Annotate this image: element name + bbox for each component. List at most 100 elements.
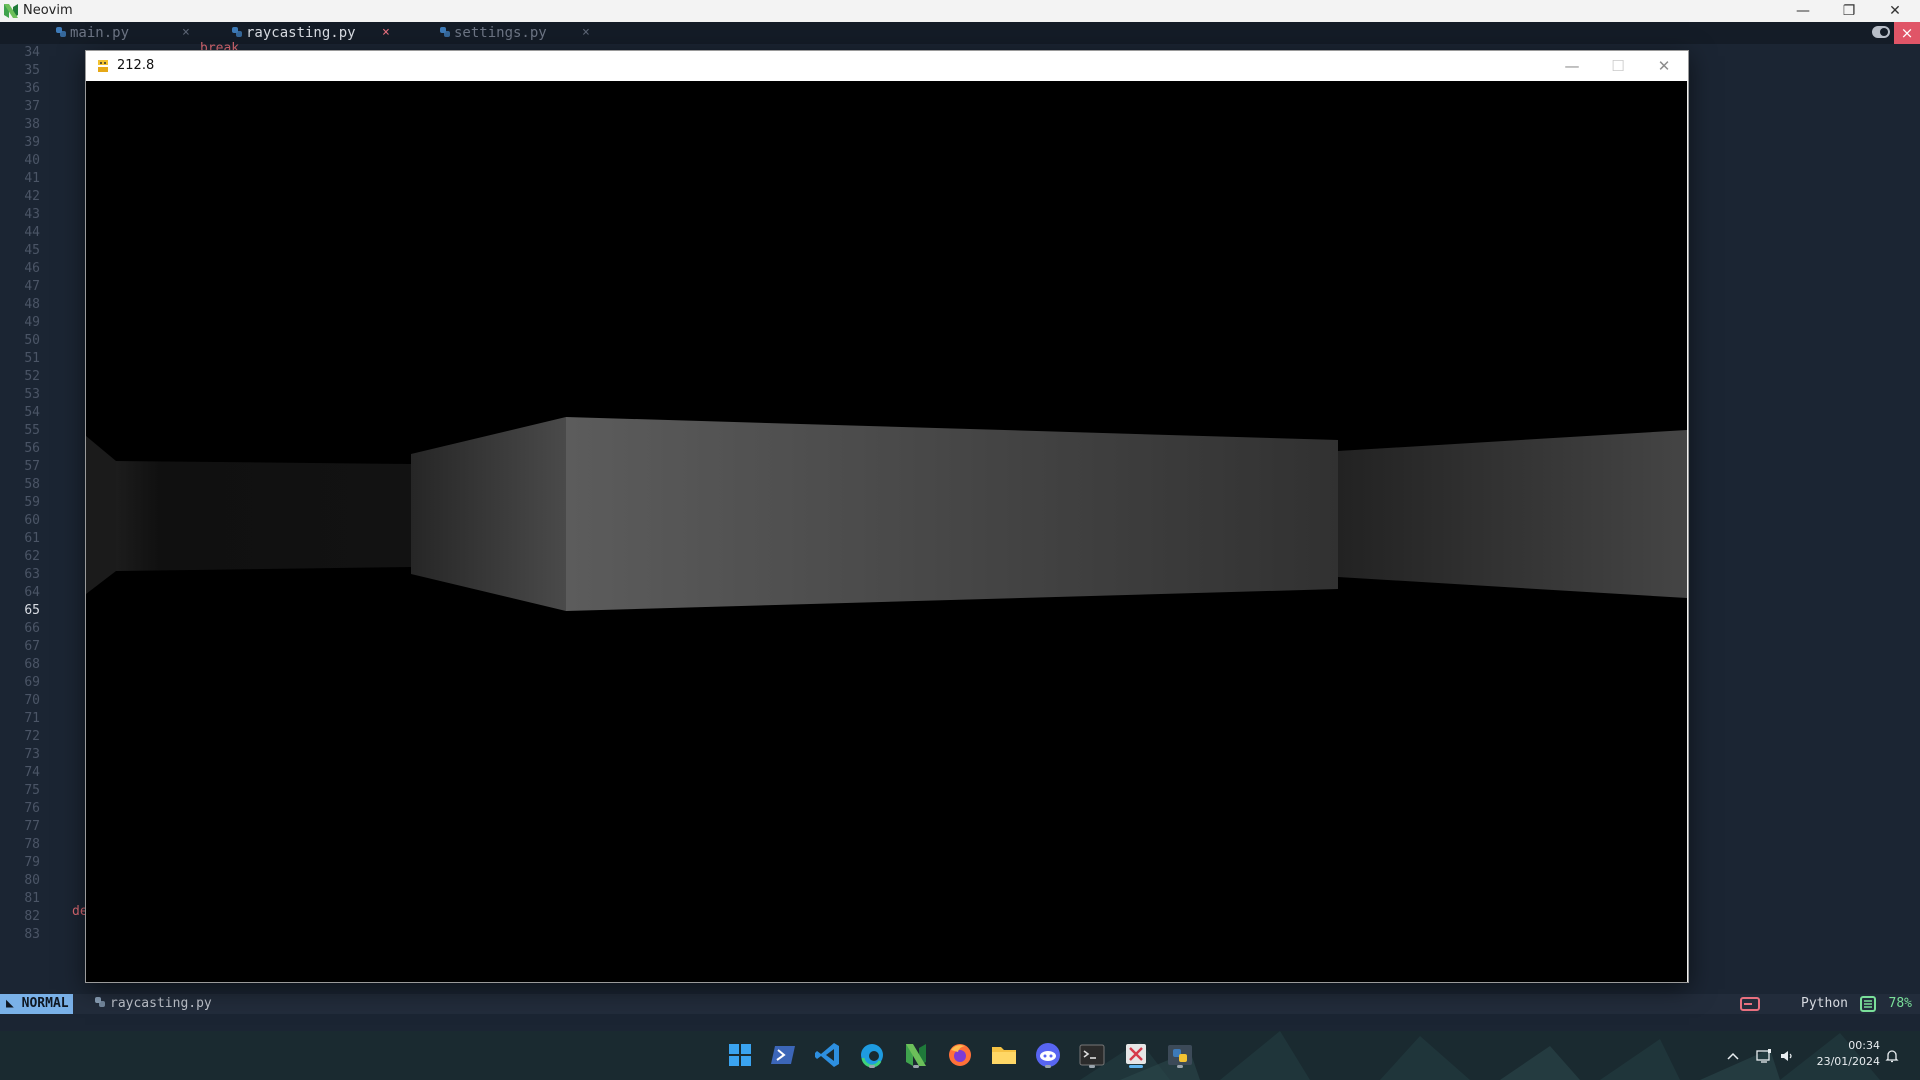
line-number: 38 xyxy=(24,117,40,132)
theme-toggle-icon[interactable] xyxy=(1872,26,1890,38)
running-indicator xyxy=(1045,1065,1051,1068)
taskbar-vscode[interactable] xyxy=(812,1039,844,1071)
line-number: 47 xyxy=(24,279,40,294)
tab-settings-py[interactable]: settings.py × xyxy=(439,22,599,44)
wall-right xyxy=(1338,430,1687,598)
tab-close-icon[interactable]: × xyxy=(582,22,590,44)
line-number: 36 xyxy=(24,81,40,96)
line-number: 57 xyxy=(24,459,40,474)
notification-bell-icon[interactable] xyxy=(1883,1047,1901,1065)
tray-overflow-chevron-icon[interactable] xyxy=(1724,1047,1742,1065)
powershell-icon xyxy=(771,1046,795,1064)
line-number: 72 xyxy=(24,729,40,744)
tab-close-icon[interactable]: × xyxy=(382,22,390,44)
tabline: main.py × raycasting.py × settings.py × xyxy=(0,22,1920,44)
line-number: 74 xyxy=(24,765,40,780)
line-number: 58 xyxy=(24,477,40,492)
line-number: 60 xyxy=(24,513,40,528)
taskbar-file-explorer[interactable] xyxy=(988,1039,1020,1071)
line-number: 64 xyxy=(24,585,40,600)
python-file-icon xyxy=(232,27,242,37)
close-button[interactable]: ✕ xyxy=(1872,0,1918,22)
clock-time: 00:34 xyxy=(1848,1039,1880,1052)
pygame-snake-icon xyxy=(98,60,108,72)
maximize-button[interactable]: ☐ xyxy=(1595,51,1641,81)
neovim-titlebar: Neovim — ❐ ✕ xyxy=(0,0,1920,22)
statusline-file: raycasting.py xyxy=(94,994,212,1014)
statusline: ◣ NORMAL raycasting.py Python 78% xyxy=(0,994,1920,1014)
wall-main xyxy=(566,417,1338,611)
line-number-gutter: 34 35 36 37 38 39 40 41 42 43 44 45 46 47 48 49 50 51 52 53… xyxy=(0,44,40,944)
line-number: 62 xyxy=(24,549,40,564)
tab-label: settings.py xyxy=(454,25,547,41)
line-number: 53 xyxy=(24,387,40,402)
python-file-icon xyxy=(56,27,66,37)
vscode-icon xyxy=(815,1043,839,1067)
pygame-window-title: 212.8 xyxy=(117,58,155,73)
mode-indicator: ◣ NORMAL xyxy=(0,994,73,1014)
taskbar-snipping-tool[interactable] xyxy=(1120,1039,1152,1071)
restore-button[interactable]: ❐ xyxy=(1826,0,1872,22)
taskbar-python[interactable] xyxy=(1164,1039,1196,1071)
start-button[interactable] xyxy=(724,1039,756,1071)
statusline-language: Python xyxy=(1801,996,1848,1011)
close-button[interactable]: ✕ xyxy=(1641,51,1687,81)
line-number: 49 xyxy=(24,315,40,330)
line-number: 75 xyxy=(24,783,40,798)
line-number: 76 xyxy=(24,801,40,816)
line-number: 73 xyxy=(24,747,40,762)
line-number: 67 xyxy=(24,639,40,654)
running-indicator xyxy=(913,1065,919,1068)
tab-label: raycasting.py xyxy=(246,25,356,41)
line-number: 77 xyxy=(24,819,40,834)
line-number: 54 xyxy=(24,405,40,420)
line-number: 51 xyxy=(24,351,40,366)
taskbar-discord[interactable] xyxy=(1032,1039,1064,1071)
tab-raycasting-py[interactable]: raycasting.py × xyxy=(231,22,401,44)
statusline-percent: 78% xyxy=(1888,996,1912,1011)
pygame-titlebar[interactable]: 212.8 — ☐ ✕ xyxy=(86,51,1688,81)
tab-close-icon[interactable]: × xyxy=(182,22,190,44)
folder-icon xyxy=(992,1047,1016,1064)
line-number: 69 xyxy=(24,675,40,690)
pygame-window[interactable]: 212.8 — ☐ ✕ xyxy=(85,50,1689,983)
line-number: 35 xyxy=(24,63,40,78)
line-number: 42 xyxy=(24,189,40,204)
minimize-button[interactable]: — xyxy=(1549,51,1595,81)
line-number: 70 xyxy=(24,693,40,708)
line-number: 50 xyxy=(24,333,40,348)
taskbar-terminal[interactable] xyxy=(1076,1039,1108,1071)
active-indicator xyxy=(1129,1065,1143,1068)
tab-main-py[interactable]: main.py × xyxy=(55,22,205,44)
raycast-scene xyxy=(86,417,1687,611)
wall-bevel xyxy=(411,417,566,611)
minimize-button[interactable]: — xyxy=(1780,0,1826,22)
line-number: 66 xyxy=(24,621,40,636)
windows-taskbar: 00:34 23/01/2024 xyxy=(0,1031,1920,1080)
system-clock[interactable]: 00:34 23/01/2024 xyxy=(1808,1038,1880,1070)
line-number: 40 xyxy=(24,153,40,168)
taskbar-edge[interactable] xyxy=(856,1039,888,1071)
line-number: 83 xyxy=(24,927,40,942)
line-number: 78 xyxy=(24,837,40,852)
wall-left xyxy=(116,461,411,571)
network-icon[interactable] xyxy=(1755,1047,1773,1065)
line-number: 56 xyxy=(24,441,40,456)
python-file-icon xyxy=(95,997,105,1007)
python-file-icon xyxy=(440,27,450,37)
line-number: 59 xyxy=(24,495,40,510)
neovim-logo-icon xyxy=(4,4,18,18)
line-number: 52 xyxy=(24,369,40,384)
game-viewport[interactable] xyxy=(86,81,1687,982)
taskbar-neovim[interactable] xyxy=(900,1039,932,1071)
line-number: 81 xyxy=(24,891,40,906)
volume-icon[interactable] xyxy=(1778,1047,1796,1065)
close-all-tabs-button[interactable]: × xyxy=(1894,22,1920,44)
taskbar-firefox[interactable] xyxy=(944,1039,976,1071)
taskbar-powershell[interactable] xyxy=(768,1039,800,1071)
line-number: 68 xyxy=(24,657,40,672)
statusline-filename: raycasting.py xyxy=(110,996,212,1011)
position-icon xyxy=(1860,996,1876,1012)
clock-date: 23/01/2024 xyxy=(1816,1055,1880,1068)
line-number: 82 xyxy=(24,909,40,924)
